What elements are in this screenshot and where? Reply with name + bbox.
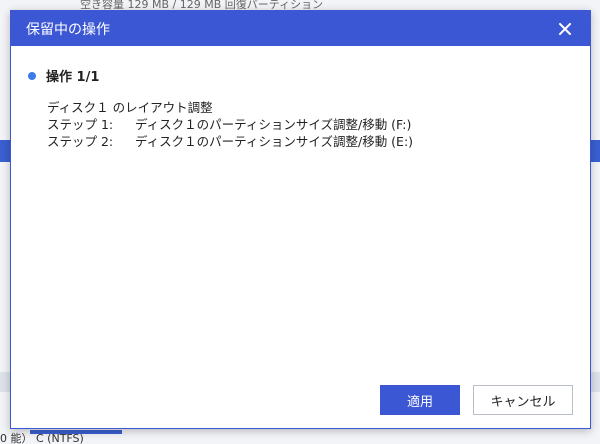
operation-details: ディスク１ のレイアウト調整 ステップ 1: ディスク１のパーティションサイズ調… [28, 99, 590, 150]
background-partition-tab [30, 430, 122, 434]
dialog-titlebar: 保留中の操作 [11, 11, 590, 46]
dialog-title: 保留中の操作 [26, 21, 110, 38]
bullet-icon [28, 71, 36, 80]
apply-button[interactable]: 適用 [380, 385, 460, 415]
operation-description: ディスク１ のレイアウト調整 [47, 100, 213, 115]
step-text: ディスク１のパーティションサイズ調整/移動 (F:) [135, 117, 412, 132]
close-button[interactable] [554, 18, 576, 40]
step-text: ディスク１のパーティションサイズ調整/移動 (E:) [135, 134, 414, 149]
step-row: ステップ 1: ディスク１のパーティションサイズ調整/移動 (F:) [47, 116, 590, 133]
step-row: ステップ 2: ディスク１のパーティションサイズ調整/移動 (E:) [47, 133, 590, 150]
dialog-buttons: 適用 キャンセル [380, 385, 573, 415]
close-icon [559, 22, 571, 35]
cancel-button[interactable]: キャンセル [473, 385, 573, 415]
operation-header: 操作 1/1 [28, 66, 590, 85]
operation-header-text: 操作 1/1 [46, 70, 100, 85]
dialog-content: 操作 1/1 ディスク１ のレイアウト調整 ステップ 1: ディスク１のパーティ… [11, 46, 590, 150]
step-label: ステップ 1: [47, 117, 114, 132]
background-partition-label: 0 能） C (NTFS) [0, 430, 600, 444]
step-label: ステップ 2: [47, 134, 114, 149]
pending-operations-dialog: 保留中の操作 操作 1/1 ディスク１ のレイアウト調整 ステップ 1: ディス… [10, 10, 591, 429]
